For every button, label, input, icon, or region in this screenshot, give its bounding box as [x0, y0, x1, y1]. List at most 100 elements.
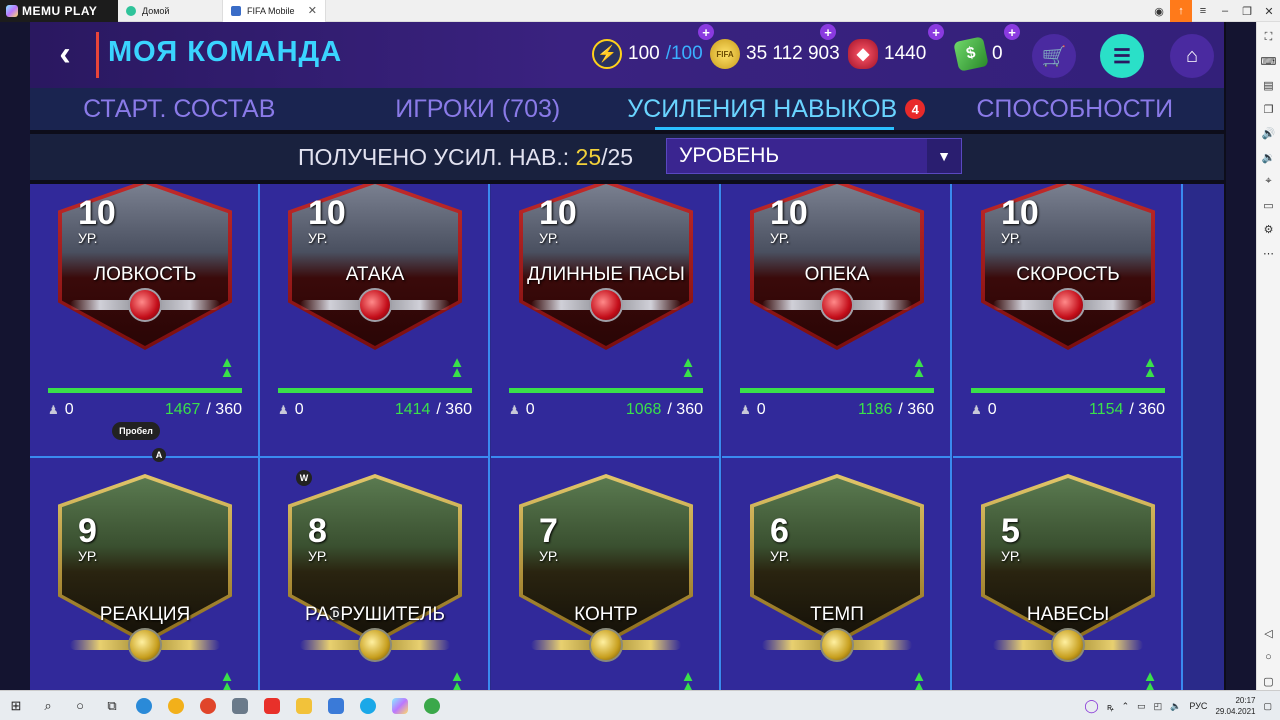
skill-orb [358, 628, 392, 662]
energy-icon: ⚡ [592, 39, 622, 69]
upgrade-arrow-icon[interactable]: ▲ ▲ [216, 669, 238, 690]
volume-up-icon[interactable]: 🔊 [1260, 124, 1278, 142]
task-view-icon[interactable]: ⧉ [96, 691, 128, 720]
nav-recent-icon[interactable]: ▢ [1260, 672, 1278, 690]
skill-card[interactable]: 10 УР. АТАКА ▲ ▲ ♟ 0 1414 / 360 [260, 184, 490, 458]
cortana-icon[interactable]: ○ [64, 691, 96, 720]
skill-xp-max: / 360 [206, 401, 242, 418]
upgrade-arrow-icon[interactable]: ▲ ▲ [1139, 669, 1161, 690]
gem-icon: ◆ [848, 39, 878, 69]
skill-card[interactable]: 10 УР. ЛОВКОСТЬ ▲ ▲ ♟ 0 1467 / 360 [30, 184, 260, 458]
multi-window-icon[interactable]: ❐ [1260, 100, 1278, 118]
page-title: МОЯ КОМАНДА [108, 36, 343, 68]
skill-xp: 1068 [625, 401, 662, 418]
skill-progress-bar [971, 388, 1165, 393]
tab-skill-boosts[interactable]: УСИЛЕНИЯ НАВЫКОВ 4 [627, 88, 926, 130]
alice-icon[interactable]: ◯ [1084, 698, 1099, 714]
sort-dropdown[interactable]: УРОВЕНЬ ▼ [666, 138, 962, 174]
apk-icon[interactable]: ▤ [1260, 76, 1278, 94]
tab-starting-lineup[interactable]: СТАРТ. СОСТАВ [30, 88, 329, 130]
tab-fifa-mobile[interactable]: FIFA Mobile ✕ [222, 0, 326, 22]
account-icon[interactable]: ◉ [1148, 0, 1170, 22]
memu-logo: MEMU PLAY [0, 0, 118, 22]
chrome-2-icon[interactable] [416, 691, 448, 720]
skill-xp: 1467 [164, 401, 201, 418]
level-unit: УР. [78, 548, 98, 564]
keyboard-icon[interactable]: ⌨ [1260, 52, 1278, 70]
tab-players[interactable]: ИГРОКИ (703) [329, 88, 628, 130]
window-controls: ◉ ↑ ≡ – ❐ ✕ [1148, 0, 1280, 22]
battery-icon[interactable]: ▭ [1137, 701, 1146, 712]
store-icon[interactable] [320, 691, 352, 720]
chrome-icon[interactable] [192, 691, 224, 720]
upgrade-arrow-icon[interactable]: ▲ ▲ [1139, 355, 1161, 380]
skill-card[interactable]: 10 УР. ОПЕКА ▲ ▲ ♟ 0 1186 / 360 [722, 184, 952, 458]
cash-icon: $ [953, 36, 989, 72]
clock[interactable]: 20:17 29.04.2021 [1215, 695, 1255, 717]
tab-abilities[interactable]: СПОСОБНОСТИ [926, 88, 1225, 130]
memu-taskbar-icon[interactable] [384, 691, 416, 720]
explorer-icon[interactable] [288, 691, 320, 720]
gem-counter: ◆ 1440 + [848, 24, 944, 72]
skill-xp-max: / 360 [436, 401, 472, 418]
menu-icon[interactable]: ≡ [1192, 0, 1214, 22]
settings-icon[interactable]: ⚙ [1260, 220, 1278, 238]
upgrade-arrow-icon[interactable]: ▲ ▲ [677, 669, 699, 690]
volume-down-icon[interactable]: 🔉 [1260, 148, 1278, 166]
add-gems-button[interactable]: + [928, 24, 944, 40]
skill-card[interactable]: 8 УР. РАЗРУШИТЕЛЬ ▲ ▲ [260, 458, 490, 690]
language-indicator[interactable]: РУС [1189, 701, 1207, 711]
skype-icon[interactable] [352, 691, 384, 720]
yandex-icon[interactable] [256, 691, 288, 720]
home-icon[interactable]: ⌂ [1170, 34, 1214, 78]
nav-home-icon[interactable]: ○ [1260, 648, 1278, 666]
upgrade-arrow-icon[interactable]: ▲ ▲ [908, 355, 930, 380]
search-icon[interactable]: ⌕ [32, 691, 64, 720]
skill-card[interactable]: 6 УР. ТЕМП ▲ ▲ [722, 458, 952, 690]
photos-icon[interactable] [224, 691, 256, 720]
tray-chevron-icon[interactable]: ⌃ [1122, 701, 1130, 712]
more-icon[interactable]: ⋯ [1260, 244, 1278, 262]
skill-card[interactable]: 5 УР. НАВЕСЫ ▲ ▲ [953, 458, 1183, 690]
upgrade-arrow-icon[interactable]: ▲ ▲ [216, 355, 238, 380]
location-icon[interactable]: ⌖ [1260, 172, 1278, 190]
minimize-icon[interactable]: – [1214, 0, 1236, 22]
chrome-canary-icon[interactable] [160, 691, 192, 720]
upgrade-icon[interactable]: ↑ [1170, 0, 1192, 22]
tab-home[interactable]: Домой [118, 0, 222, 22]
skill-card[interactable]: 9 УР. РЕАКЦИЯ ▲ ▲ [30, 458, 260, 690]
add-coins-button[interactable]: + [820, 24, 836, 40]
skill-card[interactable]: 10 УР. ДЛИННЫЕ ПАСЫ ▲ ▲ ♟ 0 1068 / 360 [491, 184, 721, 458]
upgrade-arrow-icon[interactable]: ▲ ▲ [446, 669, 468, 690]
add-cash-button[interactable]: + [1004, 24, 1020, 40]
back-icon[interactable]: ‹ [50, 35, 80, 73]
upgrade-arrow-icon[interactable]: ▲ ▲ [446, 355, 468, 380]
chevron-down-icon: ▼ [927, 139, 961, 173]
nav-back-icon[interactable]: ◁ [1260, 624, 1278, 642]
network-icon[interactable]: ◰ [1154, 701, 1163, 712]
upgrade-arrow-icon[interactable]: ▲ ▲ [677, 355, 699, 380]
close-window-icon[interactable]: ✕ [1258, 0, 1280, 22]
skill-orb [1051, 628, 1085, 662]
shop-icon[interactable]: 🛒 [1032, 34, 1076, 78]
boost-item-count: 0 [987, 401, 997, 418]
key-hint-d: D [330, 608, 342, 620]
upgrade-arrow-icon[interactable]: ▲ ▲ [908, 669, 930, 690]
restore-icon[interactable]: ❐ [1236, 0, 1258, 22]
tasks-icon[interactable]: ☰ [1100, 34, 1144, 78]
skill-name: СКОРОСТЬ [1016, 264, 1120, 285]
close-tab-icon[interactable]: ✕ [308, 4, 317, 17]
fullscreen-icon[interactable]: ⛶ [1260, 28, 1278, 46]
volume-icon[interactable]: 🔈 [1170, 701, 1181, 712]
skill-card[interactable]: 10 УР. СКОРОСТЬ ▲ ▲ ♟ 0 1154 / 360 [953, 184, 1183, 458]
skill-card[interactable]: 7 УР. КОНТР ▲ ▲ [491, 458, 721, 690]
windows-start-icon[interactable]: ⊞ [0, 691, 32, 720]
skill-stats: ♟ 0 1068 / 360 [509, 400, 703, 420]
boost-item-icon: ♟ [509, 403, 520, 417]
edge-icon[interactable] [128, 691, 160, 720]
people-icon[interactable]: ꝶ [1107, 700, 1114, 713]
folder-icon[interactable]: ▭ [1260, 196, 1278, 214]
boost-item-count: 0 [756, 401, 766, 418]
key-hint-a: A [152, 448, 166, 462]
notifications-icon[interactable]: ▢ [1263, 701, 1272, 712]
